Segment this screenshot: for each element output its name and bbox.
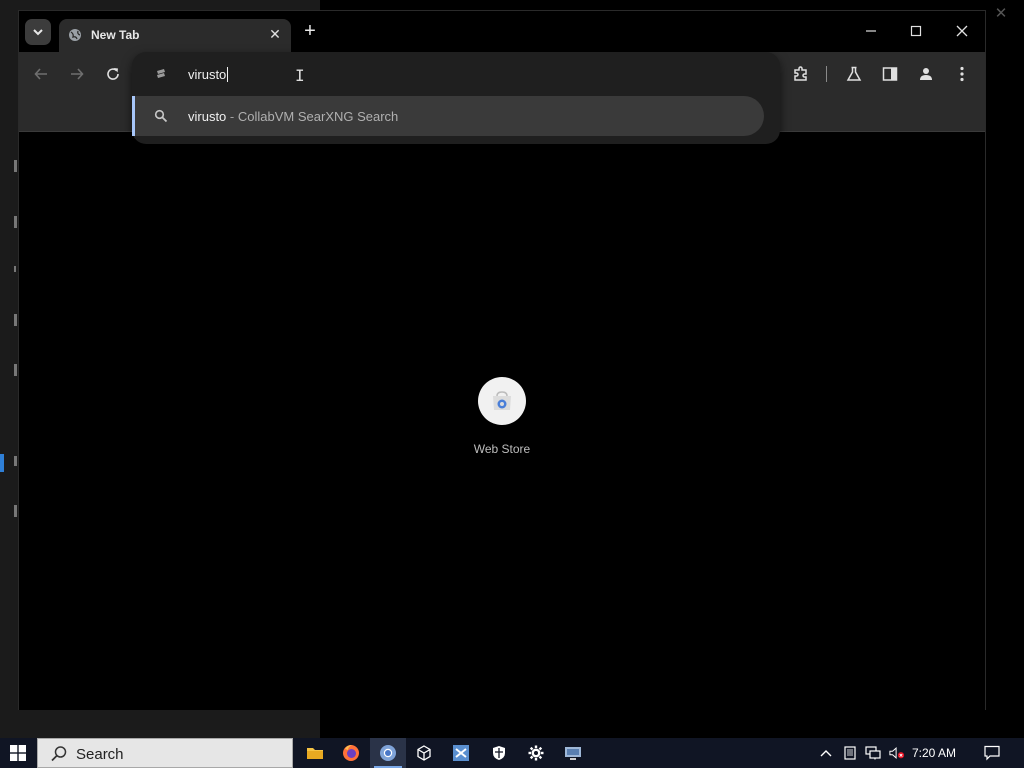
profile-button[interactable] (915, 63, 937, 85)
chevron-up-icon (820, 750, 832, 757)
close-icon (956, 25, 968, 37)
suggestion-query: virusto (188, 109, 227, 124)
address-input-text: virusto (188, 67, 227, 82)
taskbar-virtualbox[interactable] (406, 738, 442, 768)
new-tab-button[interactable]: + (301, 21, 319, 41)
tab-search-button[interactable] (25, 19, 51, 45)
minimize-button[interactable] (859, 21, 883, 41)
start-button[interactable] (0, 738, 36, 768)
title-bar: New Tab ✕ + (19, 11, 985, 52)
reload-icon (107, 68, 119, 80)
taskbar-search-placeholder: Search (76, 746, 124, 763)
background-mark (14, 505, 17, 517)
tray-volume-icon[interactable] (889, 745, 905, 761)
cube-icon (417, 745, 431, 761)
gear-icon (528, 745, 544, 761)
remote-desktop-icon (565, 747, 581, 760)
background-accent-mark (0, 454, 4, 472)
tab-close-icon[interactable]: ✕ (267, 26, 283, 42)
maximize-icon (910, 25, 922, 37)
background-sidebar-marks (0, 150, 20, 550)
shortcut-web-store[interactable]: Web Store (462, 377, 542, 467)
close-window-button[interactable] (950, 21, 974, 41)
text-caret (227, 67, 229, 82)
side-panel-button[interactable] (879, 63, 901, 85)
side-panel-icon (882, 67, 898, 81)
chevron-down-icon (33, 29, 43, 36)
background-mark (14, 314, 17, 326)
back-button[interactable] (31, 64, 51, 84)
tab-title: New Tab (91, 28, 140, 42)
minimize-icon (866, 30, 876, 32)
puzzle-icon (794, 66, 807, 81)
tablet-icon (844, 746, 856, 760)
omnibox-dropdown: virusto virusto - CollabVM SearXNG Searc… (132, 52, 780, 144)
background-mark (14, 456, 17, 466)
taskbar-search-box[interactable]: Search (37, 738, 293, 768)
person-icon (920, 68, 932, 80)
background-mark (14, 160, 17, 172)
background-top-strip (320, 0, 1024, 10)
vm-manager-icon (453, 745, 469, 761)
suggestion-separator: - (229, 109, 235, 124)
taskbar-vm-manager[interactable] (443, 738, 479, 768)
omnibox-suggestion[interactable]: virusto - CollabVM SearXNG Search (132, 96, 764, 136)
toolbar-divider (826, 66, 827, 82)
tray-overflow-button[interactable] (818, 745, 834, 761)
network-icon (865, 746, 881, 760)
reload-button[interactable] (103, 64, 123, 84)
forward-button[interactable] (67, 64, 87, 84)
address-bar[interactable]: virusto (132, 52, 780, 96)
extensions-button[interactable] (790, 63, 812, 85)
taskbar-remote-desktop[interactable] (555, 738, 591, 768)
shortcut-icon-circle (478, 377, 526, 425)
firefox-icon (343, 745, 359, 761)
volume-muted-icon (889, 747, 905, 759)
tab-new-tab[interactable]: New Tab ✕ (59, 19, 291, 52)
search-icon (51, 746, 67, 762)
suggestion-selected-indicator (132, 96, 135, 136)
taskbar: Search 7:20 AM (0, 738, 1024, 768)
background-close-icon[interactable]: ✕ (993, 6, 1009, 22)
globe-icon (69, 29, 81, 41)
tray-tablet-icon[interactable] (842, 745, 858, 761)
action-center-button[interactable] (983, 744, 1001, 762)
maximize-button[interactable] (904, 21, 928, 41)
labs-button[interactable] (843, 63, 865, 85)
notification-icon (984, 745, 1000, 761)
taskbar-defender[interactable] (481, 738, 517, 768)
background-mark (14, 364, 17, 376)
shortcut-label: Web Store (473, 442, 531, 456)
taskbar-file-explorer[interactable] (297, 738, 333, 768)
folder-icon (307, 748, 323, 759)
flask-icon (846, 66, 862, 81)
chrome-menu-button[interactable] (951, 63, 973, 85)
shield-icon (493, 746, 505, 760)
suggestion-text: virusto - CollabVM SearXNG Search (188, 109, 398, 124)
address-input[interactable]: virusto (188, 67, 229, 82)
web-store-icon (493, 391, 511, 410)
suggestion-engine: CollabVM SearXNG Search (237, 109, 399, 124)
background-mark (14, 216, 17, 228)
arrow-left-icon (34, 68, 47, 80)
taskbar-firefox[interactable] (333, 738, 369, 768)
taskbar-chrome[interactable] (370, 738, 406, 768)
chrome-icon (380, 745, 396, 761)
windows-logo-icon (10, 745, 26, 761)
arrow-right-icon (71, 68, 84, 80)
site-info-icon (157, 69, 165, 78)
background-right-strip (986, 0, 1024, 738)
text-cursor-icon: I (295, 66, 305, 85)
taskbar-settings[interactable] (518, 738, 554, 768)
search-icon (154, 109, 168, 123)
tray-network-icon[interactable] (865, 745, 881, 761)
background-mark (14, 266, 16, 272)
taskbar-clock[interactable]: 7:20 AM (912, 746, 956, 760)
kebab-menu-icon (960, 66, 964, 82)
